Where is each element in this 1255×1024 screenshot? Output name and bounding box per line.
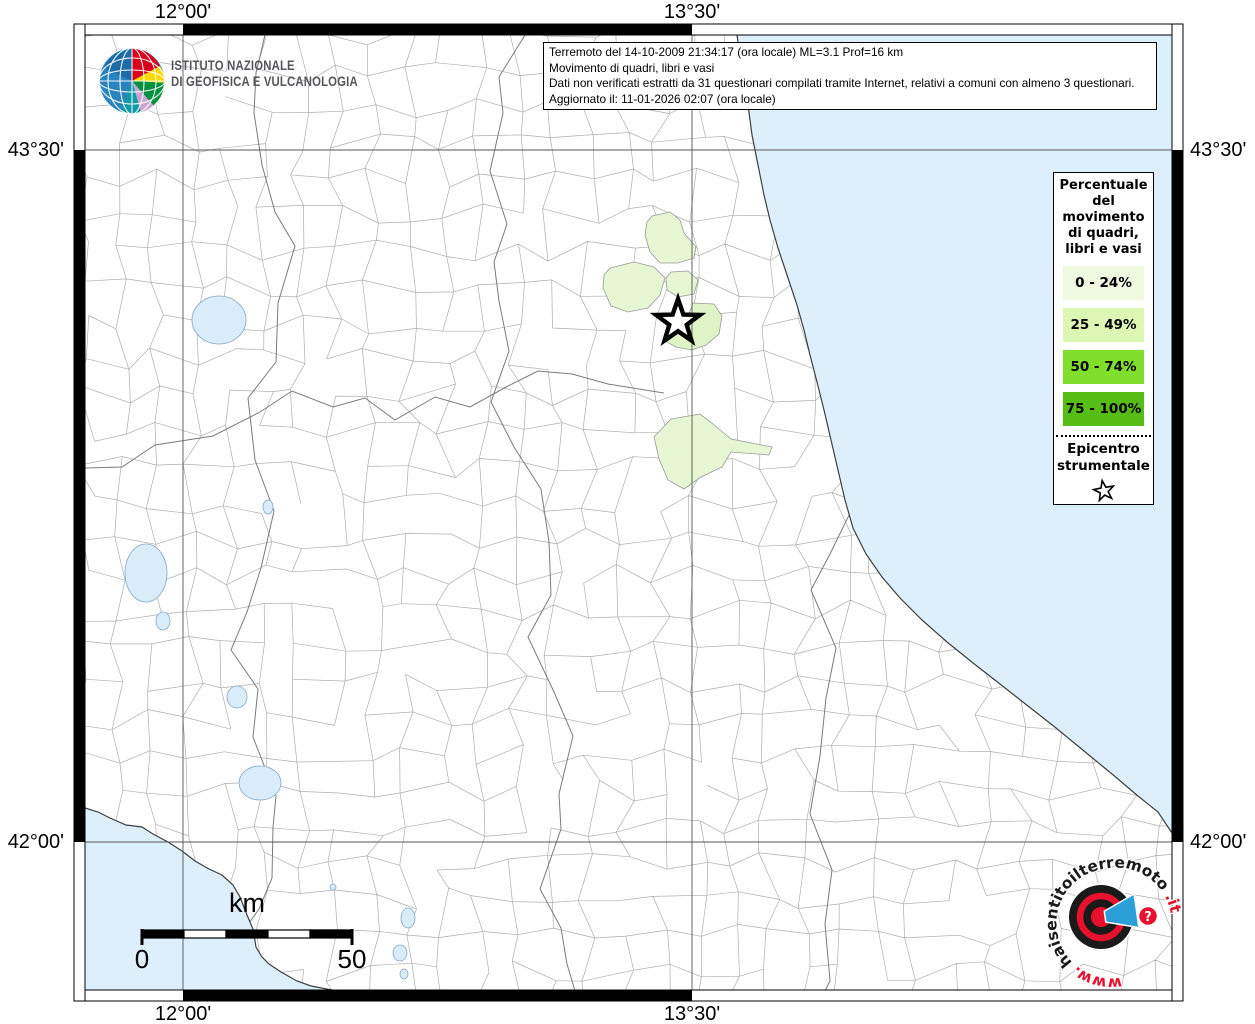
lake [227,686,247,708]
lake [239,766,281,800]
legend-class-0-24: 0 - 24% [1063,266,1144,300]
scalebar-unit: km [197,888,297,919]
lake [125,544,167,602]
axis-label-top-right: 13°30' [647,1,737,23]
scalebar-segment [142,930,184,938]
earthquake-info-box: Terremoto del 14-10-2009 21:34:17 (ora l… [543,42,1157,110]
lake [330,884,336,890]
scalebar-segment [184,930,226,938]
url-www: www. [1065,947,1130,1009]
map-canvas: 12°00' 13°30' 12°00' 13°30' 43°30' 42°00… [0,0,1255,1024]
axis-label-bottom-right: 13°30' [647,1003,737,1024]
info-line-effect: Movimento di quadri, libri e vasi [549,61,1151,77]
ingv-name: ISTITUTO NAZIONALE DI GEOFISICA E VULCAN… [171,58,358,90]
question-mark-icon: ? [1144,910,1152,925]
lake [401,908,415,928]
scalebar-segment [310,930,352,938]
legend-title: Percentuale del movimento di quadri, lib… [1060,178,1148,258]
ingv-globe-icon [97,41,169,119]
lake [192,296,246,344]
epicenter-star-icon [1091,477,1117,505]
legend-class-label: 0 - 24% [1075,275,1132,291]
legend-class-25-49: 25 - 49% [1063,308,1144,342]
axis-label-left-bottom: 42°00' [2,831,64,853]
info-line-updated: Aggiornato il: 11-01-2026 02:07 (ora loc… [549,92,1151,108]
haisentito-logo: ? www. haisentitoilterremoto .it [1028,837,1200,1009]
axis-label-bottom-left: 12°00' [138,1003,228,1024]
info-line-event: Terremoto del 14-10-2009 21:34:17 (ora l… [549,45,1151,61]
info-line-source: Dati non verificati estratti da 31 quest… [549,76,1151,92]
axis-label-top-left: 12°00' [138,1,228,23]
scalebar-segment [226,930,268,938]
legend-class-label: 50 - 74% [1070,359,1136,375]
legend-class-label: 25 - 49% [1070,317,1136,333]
ingv-name-line1: ISTITUTO NAZIONALE [171,58,358,74]
legend-epicenter-label: Epicentro strumentale [1056,441,1151,475]
legend-class-75-100: 75 - 100% [1063,392,1144,426]
axis-label-left-top: 43°30' [2,139,64,161]
axis-label-right-top: 43°30' [1190,139,1255,161]
lake [156,612,170,630]
scalebar-start: 0 [122,944,162,975]
haisentito-bullseye-icon: ? [1068,884,1158,951]
scalebar-end: 50 [332,944,372,975]
legend-class-50-74: 50 - 74% [1063,350,1144,384]
lake [393,945,407,961]
ingv-name-line2: DI GEOFISICA E VULCANOLOGIA [171,74,358,90]
ingv-logo: ISTITUTO NAZIONALE DI GEOFISICA E VULCAN… [97,41,397,119]
legend: Percentuale del movimento di quadri, lib… [1053,172,1154,505]
legend-divider [1056,435,1151,437]
url-tld: .it [1158,888,1190,920]
lake [400,969,408,979]
lake [263,500,273,514]
legend-class-label: 75 - 100% [1066,401,1142,417]
scalebar-segment [268,930,310,938]
